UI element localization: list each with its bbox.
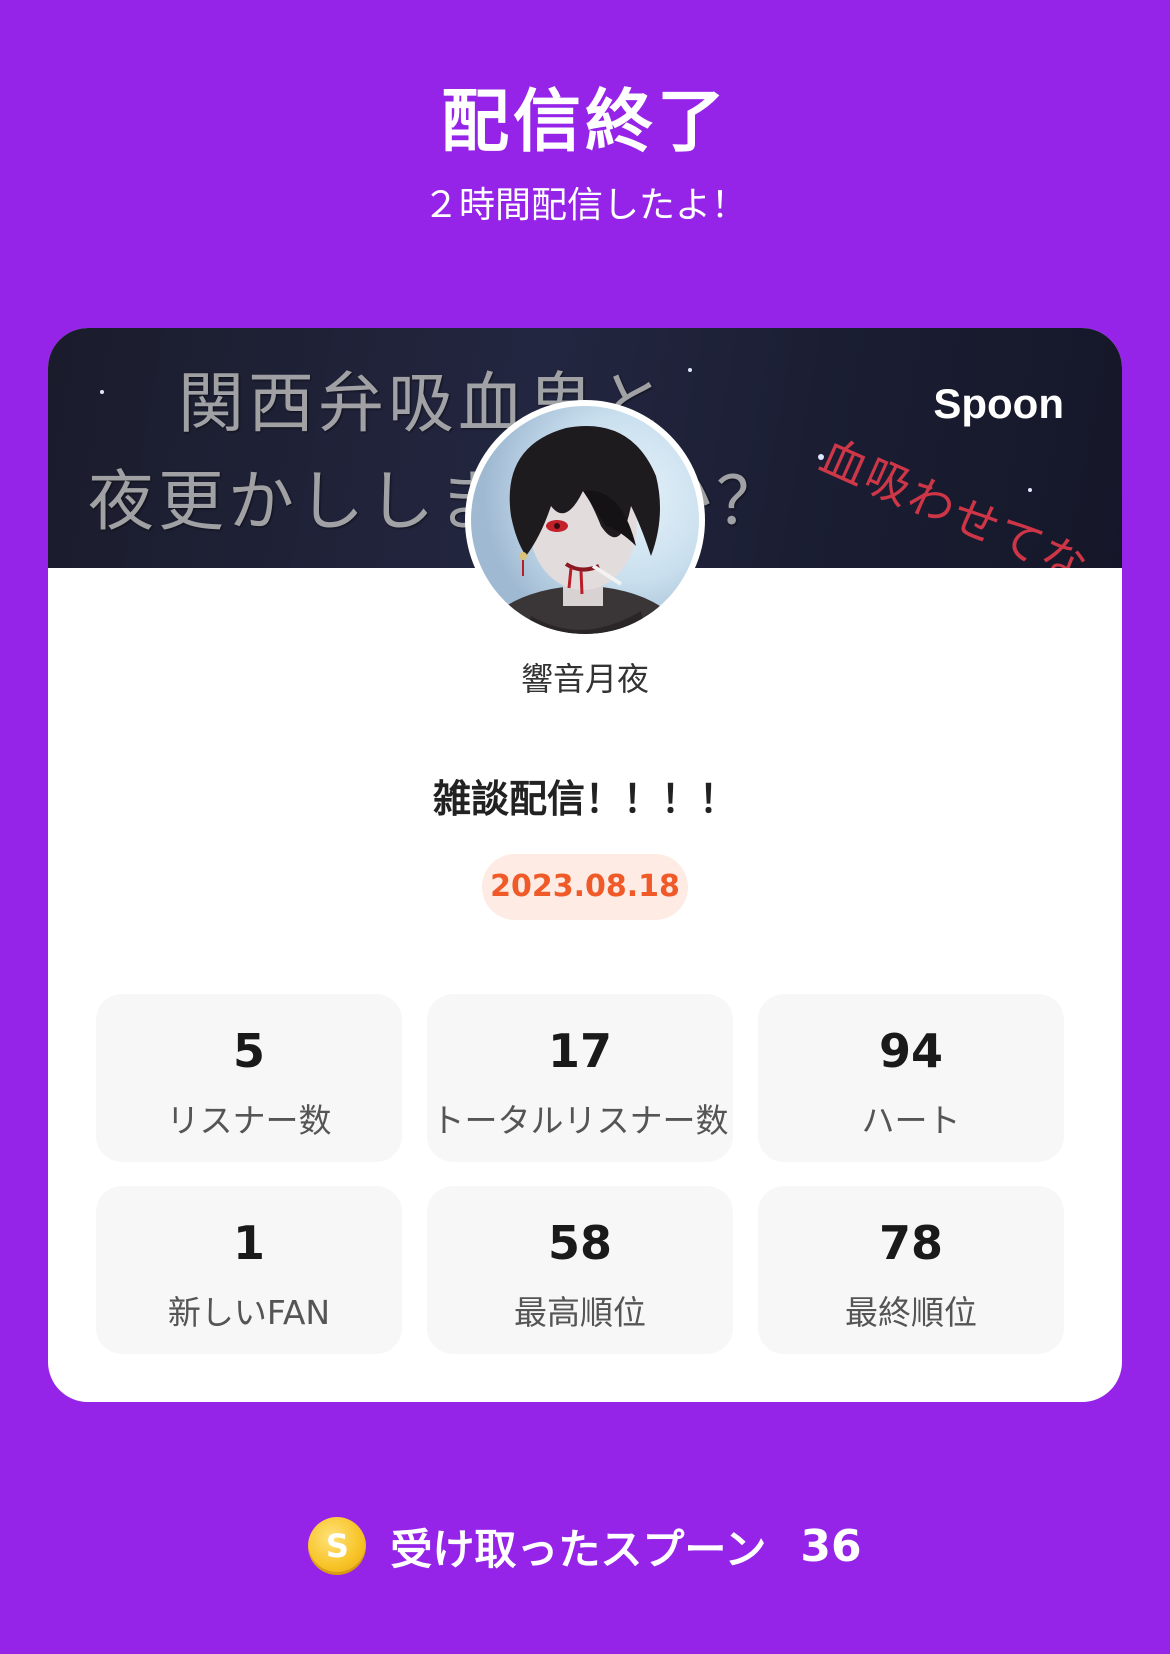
stat-hearts: 94 ハート xyxy=(758,994,1064,1162)
username: 響音月夜 xyxy=(520,660,649,698)
stat-label: 最終順位 xyxy=(845,1293,977,1332)
stat-total-listeners: 17 トータルリスナー数 xyxy=(427,994,733,1162)
stat-final-rank: 78 最終順位 xyxy=(758,1186,1064,1354)
stat-value: 17 xyxy=(547,1024,612,1078)
broadcast-summary-card: 関西弁吸血鬼と 夜更かししませんか？ 血吸わせてな Spoon 響音月夜 雑談配… xyxy=(48,328,1122,1402)
spoon-coin-icon: S xyxy=(308,1517,367,1575)
spoon-logo: Spoon xyxy=(933,380,1064,427)
stat-new-fans: 1 新しいFAN xyxy=(96,1186,402,1354)
stat-highest-rank: 58 最高順位 xyxy=(427,1186,733,1354)
banner-star xyxy=(688,368,692,372)
banner-star xyxy=(1028,488,1032,492)
banner-red-text: 血吸わせてな xyxy=(812,428,1098,568)
stat-label: トータルリスナー数 xyxy=(431,1101,729,1140)
stat-label: リスナー数 xyxy=(166,1101,332,1140)
stat-value: 1 xyxy=(232,1216,265,1270)
page-title: 配信終了 xyxy=(440,83,729,162)
stat-value: 78 xyxy=(878,1216,943,1270)
stat-label: ハート xyxy=(861,1101,961,1140)
stat-value: 58 xyxy=(547,1216,612,1270)
duration-subtitle: ２時間配信したよ！ xyxy=(422,185,747,226)
stat-value: 5 xyxy=(232,1024,265,1078)
stat-label: 新しいFAN xyxy=(167,1293,331,1332)
stat-value: 94 xyxy=(878,1024,943,1078)
received-spoons-count: 36 xyxy=(800,1520,862,1572)
banner-star xyxy=(100,390,104,394)
avatar-illustration xyxy=(478,426,688,634)
stream-title: 雑談配信！！！！ xyxy=(432,777,737,821)
received-spoons: S 受け取ったスプーン 36 xyxy=(0,1514,1170,1578)
received-spoons-label: 受け取ったスプーン xyxy=(390,1524,767,1574)
avatar xyxy=(465,400,705,640)
date-badge: 2023.08.18 xyxy=(482,854,688,920)
stat-label: 最高順位 xyxy=(514,1293,646,1332)
stat-listeners: 5 リスナー数 xyxy=(96,994,402,1162)
